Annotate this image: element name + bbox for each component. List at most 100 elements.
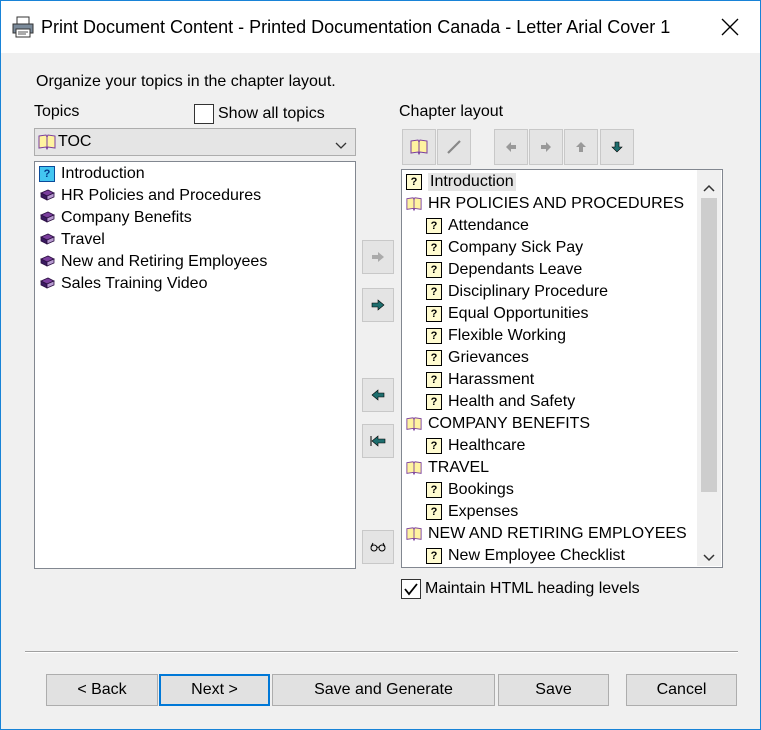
chapter-topic-item[interactable]: ? Flexible Working: [426, 325, 566, 347]
chapter-item-label: Bookings: [448, 481, 514, 498]
close-icon: [721, 18, 739, 36]
topic-icon: ?: [426, 482, 442, 498]
show-all-topics-checkbox[interactable]: [194, 104, 214, 124]
topic-list-item[interactable]: HR Policies and Procedures: [39, 185, 261, 207]
topic-icon: ?: [426, 394, 442, 410]
remove-all-button[interactable]: [362, 424, 394, 458]
book-icon: [40, 277, 55, 289]
chapter-item-label: Healthcare: [448, 437, 526, 454]
maintain-heading-checkbox[interactable]: [401, 579, 421, 599]
chapter-item-label: Equal Opportunities: [448, 305, 589, 322]
move-up-button[interactable]: [564, 129, 598, 165]
cancel-button[interactable]: Cancel: [626, 674, 737, 706]
book-open-icon: [406, 461, 422, 476]
topic-label: Sales Training Video: [61, 275, 208, 292]
chapter-layout-tree[interactable]: ? Introduction HR POLICIES AND PROCEDURES?…: [401, 169, 723, 568]
close-button[interactable]: [700, 1, 760, 53]
move-left-button[interactable]: [494, 129, 528, 165]
chapter-item[interactable]: ? Introduction: [406, 171, 516, 193]
topic-icon: ?: [426, 218, 442, 234]
show-all-topics-label: Show all topics: [218, 105, 325, 122]
arrow-right-icon: [371, 299, 385, 311]
chapter-item-label: Introduction: [428, 173, 516, 191]
chapter-item[interactable]: HR POLICIES AND PROCEDURES: [406, 193, 684, 215]
scroll-up-icon[interactable]: [703, 179, 715, 197]
topic-list-item[interactable]: ? Introduction: [39, 163, 145, 185]
move-down-button[interactable]: [600, 129, 634, 165]
arrow-down-icon: [611, 141, 623, 153]
book-icon: [40, 233, 55, 245]
chapter-scrollbar[interactable]: [697, 170, 721, 566]
chapter-topic-item[interactable]: ? Harassment: [426, 369, 534, 391]
chapter-topic-item[interactable]: ? Company Sick Pay: [426, 237, 583, 259]
rename-button[interactable]: [437, 129, 471, 165]
chapter-topic-item[interactable]: ? Disciplinary Procedure: [426, 281, 608, 303]
chapter-item[interactable]: NEW AND RETIRING EMPLOYEES: [406, 523, 687, 545]
remove-topic-button[interactable]: [362, 378, 394, 412]
chapter-topic-item[interactable]: ? Attendance: [426, 215, 529, 237]
book-open-icon: [406, 527, 422, 542]
arrow-left-icon: [371, 389, 385, 401]
topic-icon: ?: [426, 504, 442, 520]
chapter-topic-item[interactable]: ? Bookings: [426, 479, 514, 501]
topic-list-item[interactable]: Sales Training Video: [39, 273, 207, 295]
topic-icon: ?: [426, 240, 442, 256]
chapter-item-label: Harassment: [448, 371, 535, 388]
chapter-topic-item[interactable]: ? Dependants Leave: [426, 259, 582, 281]
topics-source-dropdown[interactable]: TOC: [34, 128, 356, 156]
preview-button[interactable]: [362, 530, 394, 564]
window-title: Print Document Content - Printed Documen…: [41, 17, 671, 37]
chapter-layout-label: Chapter layout: [399, 103, 504, 120]
chapter-topic-item[interactable]: ? Grievances: [426, 347, 529, 369]
new-chapter-button[interactable]: [402, 129, 436, 165]
topic-label: Travel: [61, 231, 105, 248]
chapter-item-label: HR POLICIES AND PROCEDURES: [428, 195, 685, 212]
topic-icon: ?: [426, 328, 442, 344]
chapter-topic-item[interactable]: ? Equal Opportunities: [426, 303, 589, 325]
instruction-text: Organize your topics in the chapter layo…: [36, 73, 336, 90]
scroll-thumb[interactable]: [701, 198, 717, 492]
back-button[interactable]: < Back: [46, 674, 158, 706]
topic-list-item[interactable]: Travel: [39, 229, 105, 251]
pencil-icon: [447, 140, 461, 154]
topic-list-item[interactable]: Company Benefits: [39, 207, 192, 229]
chapter-topic-item[interactable]: ? Expenses: [426, 501, 518, 523]
next-button[interactable]: Next >: [159, 674, 270, 706]
book-open-icon: [410, 139, 428, 155]
glasses-icon: [370, 542, 386, 552]
chapter-item-label: COMPANY BENEFITS: [428, 415, 591, 432]
topic-label: New and Retiring Employees: [61, 253, 268, 270]
save-and-generate-button[interactable]: Save and Generate: [272, 674, 495, 706]
scroll-down-icon[interactable]: [703, 549, 715, 567]
topic-label: HR Policies and Procedures: [61, 187, 262, 204]
chevron-down-icon: [335, 137, 347, 155]
topic-icon: ?: [426, 284, 442, 300]
chapter-topic-item[interactable]: ? New Employee Checklist: [426, 545, 625, 567]
print-document-dialog: Print Document Content - Printed Documen…: [0, 0, 761, 730]
arrow-left-icon: [506, 142, 516, 152]
add-chapter-button[interactable]: [362, 288, 394, 322]
add-topic-button[interactable]: [362, 240, 394, 274]
save-button[interactable]: Save: [498, 674, 609, 706]
topic-icon: ?: [426, 350, 442, 366]
topics-label: Topics: [34, 103, 80, 120]
chapter-item-label: Health and Safety: [448, 393, 576, 410]
print-document-icon: [11, 15, 35, 39]
topic-icon: ?: [426, 262, 442, 278]
chapter-item-label: Dependants Leave: [448, 261, 583, 278]
chapter-item[interactable]: TRAVEL: [406, 457, 489, 479]
chapter-item-label: Flexible Working: [448, 327, 566, 344]
chapter-topic-item[interactable]: ? Healthcare: [426, 435, 525, 457]
move-right-button[interactable]: [529, 129, 563, 165]
chapter-topic-item[interactable]: ? Health and Safety: [426, 391, 575, 413]
topic-icon: ?: [426, 372, 442, 388]
topic-icon: ?: [426, 306, 442, 322]
book-open-icon: [406, 197, 422, 212]
topic-label: Introduction: [61, 165, 145, 182]
chapter-item-label: Attendance: [448, 217, 529, 234]
book-icon: [40, 189, 55, 201]
topics-list[interactable]: ? Introduction HR Policies and Procedures C…: [34, 161, 356, 569]
topic-list-item[interactable]: New and Retiring Employees: [39, 251, 267, 273]
chapter-item[interactable]: COMPANY BENEFITS: [406, 413, 590, 435]
chapter-item-label: Grievances: [448, 349, 529, 366]
